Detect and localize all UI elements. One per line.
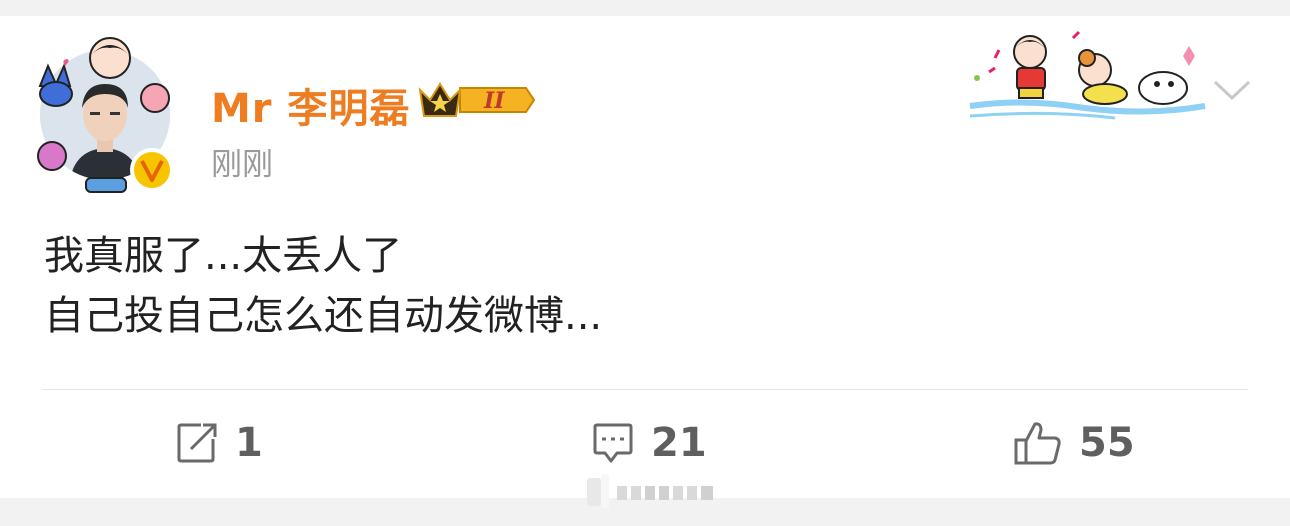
thumbs-up-icon bbox=[1014, 422, 1061, 465]
post-content: 我真服了...太丢人了 自己投自己怎么还自动发微博... bbox=[44, 233, 603, 339]
divider bbox=[42, 389, 1248, 390]
page-indicator bbox=[587, 472, 722, 516]
verified-v-icon bbox=[130, 148, 174, 192]
repost-button[interactable]: 1 bbox=[175, 416, 263, 470]
avatar[interactable] bbox=[30, 36, 180, 196]
comment-count: 21 bbox=[651, 420, 707, 466]
weibo-post-card: Mr 李明磊 II 刚刚 我真服了...太丢人了 自己投自己怎么还自动发微博..… bbox=[0, 16, 1290, 498]
comment-button[interactable]: 21 bbox=[591, 416, 707, 470]
chevron-down-icon[interactable] bbox=[1212, 76, 1252, 104]
svg-text:II: II bbox=[483, 88, 505, 114]
post-timestamp: 刚刚 bbox=[211, 147, 273, 183]
repost-icon bbox=[177, 423, 217, 463]
crown-icon[interactable]: II bbox=[416, 76, 536, 124]
decorative-sticker bbox=[965, 28, 1215, 128]
like-button[interactable]: 55 bbox=[1013, 416, 1135, 470]
comment-icon bbox=[593, 423, 633, 463]
username[interactable]: Mr 李明磊 bbox=[211, 76, 410, 134]
like-count: 55 bbox=[1079, 420, 1135, 466]
repost-count: 1 bbox=[235, 420, 263, 466]
